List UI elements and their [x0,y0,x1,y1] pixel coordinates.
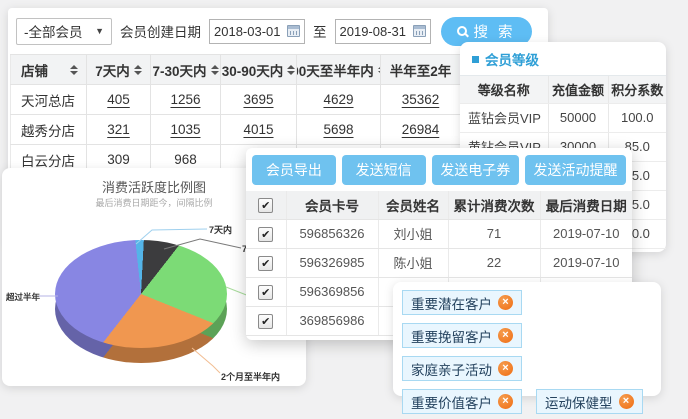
panel-title: 会员等级 [460,42,666,76]
level-name: 蓝钻会员VIP [460,103,548,132]
row-checkbox[interactable]: ✔ [258,285,273,300]
recharge-amount: 50000 [548,103,608,132]
col-recharge: 充值金额 [548,76,608,103]
row-checkbox[interactable]: ✔ [258,314,273,329]
tag-chip[interactable]: 家庭亲子活动× [402,356,522,381]
col-consume-count: 累计消费次数 [448,191,540,219]
tag-chip[interactable]: 重要价值客户× [402,389,522,414]
member-tags-panel: 重要潜在客户× 重要挽留客户× 家庭亲子活动× 重要价值客户× 运动保健型× 摄… [393,282,661,396]
date-range-label: 会员创建日期 [120,21,201,41]
table-row: 天河总店 405 1256 3695 4629 35362 [11,85,461,115]
row-checkbox[interactable]: ✔ [258,256,273,271]
consume-count: 22 [448,248,540,277]
pie-label-2m-to-halfyear: 2个月至半年内 [221,370,280,383]
pie-label-7days: 7天内 [209,223,232,236]
table-row: ✔ 596326985 陈小姐 22 2019-07-10 [246,248,632,277]
tag-chip[interactable]: 重要潜在客户× [402,290,522,315]
count-link[interactable]: 4629 [297,85,381,115]
count-link[interactable]: 321 [87,115,151,145]
count-link[interactable]: 3695 [221,85,297,115]
table-row: ✔ 596856326 刘小姐 71 2019-07-10 [246,219,632,248]
sort-icon[interactable] [287,65,295,75]
close-icon[interactable]: × [619,394,634,409]
member-actions: 会员导出 发送短信 发送电子券 发送活动提醒 [246,148,632,185]
export-members-button[interactable]: 会员导出 [252,155,336,185]
pie-label-over-halfyear: 超过半年 [6,291,40,303]
levels-header-row: 等级名称 充值金额 积分系数 [460,76,666,103]
tag-chip[interactable]: 运动保健型× [536,389,643,414]
member-filter-select[interactable]: -全部会员 ▼ [16,18,112,45]
count-link[interactable]: 1035 [151,115,221,145]
count-link[interactable]: 4015 [221,115,297,145]
count-link[interactable]: 1256 [151,85,221,115]
last-consume-date: 2019-07-10 [540,248,632,277]
store-name: 天河总店 [11,85,87,115]
table-row: 越秀分店 321 1035 4015 5698 26984 [11,115,461,145]
col-card-number: 会员卡号 [286,191,378,219]
table-row: 蓝钻会员VIP 50000 100.0 [460,103,666,132]
sort-icon[interactable] [211,65,219,75]
col-90d-halfyear[interactable]: 90天至半年内 [297,55,381,85]
member-card-number: 369856986 [286,306,378,335]
col-store[interactable]: 店铺 [11,55,87,85]
date-to-value: 2019-08-31 [340,24,407,39]
member-card-number: 596369856 [286,277,378,306]
count-link[interactable]: 5698 [297,115,381,145]
store-name: 越秀分店 [11,115,87,145]
sort-icon[interactable] [134,65,142,75]
crm-dashboard: -全部会员 ▼ 会员创建日期 2018-03-01 至 2019-08-31 搜… [0,0,688,419]
col-half-2y[interactable]: 半年至2年 [381,55,461,85]
date-from-value: 2018-03-01 [214,24,281,39]
close-icon[interactable]: × [498,295,513,310]
col-30-90d[interactable]: 30-90天内 [221,55,297,85]
count-link[interactable]: 35362 [381,85,461,115]
last-consume-date: 2019-07-10 [540,219,632,248]
member-header-row: ✔ 会员卡号 会员姓名 累计消费次数 最后消费日期 [246,191,632,219]
search-icon [457,26,467,36]
pie-chart [55,240,227,348]
count-link[interactable]: 26984 [381,115,461,145]
col-member-name: 会员姓名 [378,191,448,219]
send-activity-reminder-button[interactable]: 发送活动提醒 [525,155,626,185]
member-name: 陈小姐 [378,248,448,277]
send-coupon-button[interactable]: 发送电子券 [432,155,520,185]
select-all-cell: ✔ [246,191,286,219]
count-link[interactable]: 405 [87,85,151,115]
search-button-label: 搜 索 [474,21,516,42]
sort-icon[interactable] [70,65,78,75]
date-from-input[interactable]: 2018-03-01 [209,19,305,44]
query-toolbar: -全部会员 ▼ 会员创建日期 2018-03-01 至 2019-08-31 搜… [16,17,532,45]
calendar-icon[interactable] [287,25,300,37]
bullet-square-icon [472,56,479,63]
col-coefficient: 积分系数 [608,76,666,103]
chevron-down-icon: ▼ [95,26,104,36]
date-to-input[interactable]: 2019-08-31 [335,19,431,44]
row-checkbox[interactable]: ✔ [258,227,273,242]
close-icon[interactable]: × [498,328,513,343]
col-7-30d[interactable]: 7-30天内 [151,55,221,85]
send-sms-button[interactable]: 发送短信 [342,155,426,185]
date-to-label: 至 [313,21,327,41]
store-table-header-row: 店铺 7天内 7-30天内 30-90天内 90天至半年内 半年至2年 [11,55,461,85]
close-icon[interactable]: × [498,394,513,409]
col-7d[interactable]: 7天内 [87,55,151,85]
member-card-number: 596326985 [286,248,378,277]
tag-chip[interactable]: 重要挽留客户× [402,323,522,348]
member-card-number: 596856326 [286,219,378,248]
col-level-name: 等级名称 [460,76,548,103]
close-icon[interactable]: × [498,361,513,376]
calendar-icon[interactable] [413,25,426,37]
select-all-checkbox[interactable]: ✔ [258,198,273,213]
points-coefficient: 100.0 [608,103,666,132]
col-last-consume-date: 最后消费日期 [540,191,632,219]
consume-count: 71 [448,219,540,248]
member-name: 刘小姐 [378,219,448,248]
member-filter-value: -全部会员 [24,21,83,41]
